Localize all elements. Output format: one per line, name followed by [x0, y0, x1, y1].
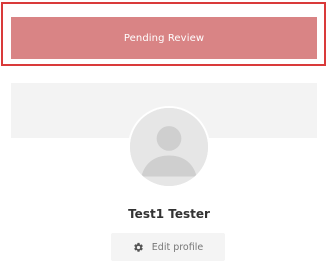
- status-label: Pending Review: [123, 32, 205, 44]
- status-banner: Pending Review: [11, 17, 317, 59]
- gear-icon: [133, 242, 143, 252]
- user-name: Test1 Tester: [128, 207, 210, 221]
- profile-page: Pending Review Test1 Tester Edit profile: [0, 0, 331, 280]
- edit-profile-label: Edit profile: [151, 241, 204, 253]
- edit-profile-button[interactable]: Edit profile: [111, 233, 225, 261]
- avatar: [128, 106, 210, 188]
- user-silhouette-icon: [130, 108, 208, 186]
